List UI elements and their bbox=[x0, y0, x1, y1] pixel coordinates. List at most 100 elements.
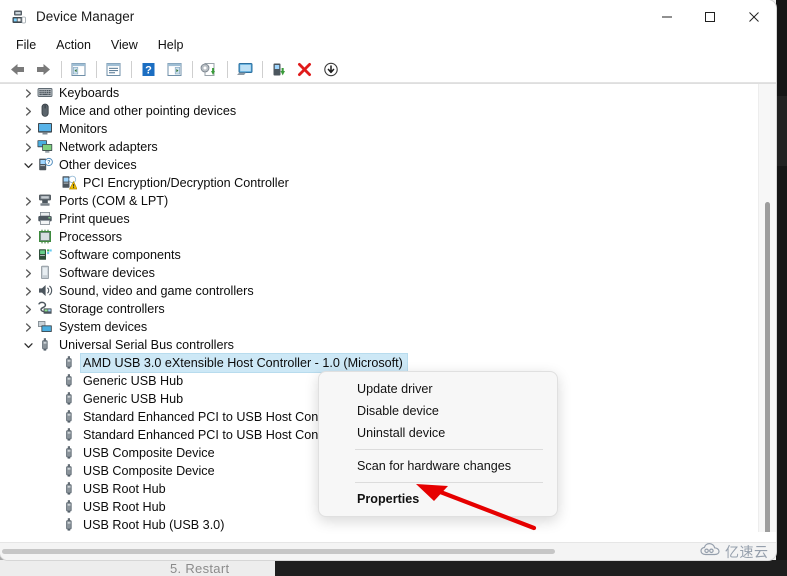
sound-icon bbox=[37, 283, 54, 299]
usb-icon bbox=[61, 499, 78, 515]
chevron-right-icon[interactable] bbox=[20, 246, 37, 264]
context-menu[interactable]: Update driver Disable device Uninstall dev… bbox=[318, 371, 558, 517]
desktop-dark-panel bbox=[776, 96, 787, 166]
forward-icon[interactable] bbox=[31, 58, 55, 80]
vertical-scrollbar[interactable] bbox=[758, 84, 776, 550]
chevron-right-icon[interactable] bbox=[20, 120, 37, 138]
context-menu-item[interactable]: Uninstall device bbox=[319, 422, 557, 444]
scan-hardware-changes-icon[interactable] bbox=[232, 58, 256, 80]
other-devices-icon: ? bbox=[37, 157, 54, 173]
usb-icon bbox=[61, 463, 78, 479]
context-menu-item[interactable]: Scan for hardware changes bbox=[319, 455, 557, 477]
usb-icon bbox=[61, 373, 78, 389]
context-menu-item[interactable]: Update driver bbox=[319, 378, 557, 400]
tree-row[interactable]: Software components bbox=[0, 246, 757, 264]
tree-row[interactable]: PCI Encryption/Decryption Controller bbox=[0, 174, 757, 192]
chevron-right-icon[interactable] bbox=[20, 84, 37, 102]
chevron-right-icon[interactable] bbox=[20, 192, 37, 210]
chevron-right-icon[interactable] bbox=[20, 300, 37, 318]
context-menu-item[interactable]: Disable device bbox=[319, 400, 557, 422]
chevron-right-icon[interactable] bbox=[20, 138, 37, 156]
chevron-right-icon[interactable] bbox=[20, 264, 37, 282]
window-title: Device Manager bbox=[36, 9, 135, 24]
vertical-scrollbar-thumb[interactable] bbox=[765, 202, 770, 542]
show-hide-console-tree-icon[interactable] bbox=[66, 58, 90, 80]
tree-row-label: Keyboards bbox=[59, 86, 120, 100]
horizontal-scrollbar[interactable] bbox=[0, 542, 776, 560]
chevron-right-icon[interactable] bbox=[20, 282, 37, 300]
background-ghost-text: 5. Restart bbox=[170, 561, 230, 576]
menu-action[interactable]: Action bbox=[46, 36, 101, 54]
network-adapter-icon bbox=[37, 139, 54, 155]
update-driver-icon[interactable] bbox=[197, 58, 221, 80]
context-menu-item[interactable]: Properties bbox=[319, 488, 557, 510]
minimize-button[interactable] bbox=[645, 0, 688, 33]
toolbar-separator-2 bbox=[96, 60, 97, 78]
tree-row[interactable]: Universal Serial Bus controllers bbox=[0, 336, 757, 354]
tree-row[interactable]: Mice and other pointing devices bbox=[0, 102, 757, 120]
tree-row-label: Monitors bbox=[59, 122, 108, 136]
tree-row-label: Sound, video and game controllers bbox=[59, 284, 254, 298]
tree-row-label: Mice and other pointing devices bbox=[59, 104, 237, 118]
uninstall-device-icon[interactable] bbox=[293, 58, 317, 80]
toolbar: ? bbox=[0, 56, 776, 83]
tree-row[interactable]: Keyboards bbox=[0, 84, 757, 102]
tree-row-label: Other devices bbox=[59, 158, 137, 172]
tree-row[interactable]: Network adapters bbox=[0, 138, 757, 156]
tree-row-label: USB Root Hub (USB 3.0) bbox=[83, 518, 225, 532]
menu-view[interactable]: View bbox=[101, 36, 148, 54]
context-menu-separator bbox=[355, 482, 543, 483]
tree-row[interactable]: AMD USB 3.0 eXtensible Host Controller -… bbox=[0, 354, 757, 372]
tree-row[interactable]: Sound, video and game controllers bbox=[0, 282, 757, 300]
window-titlebar[interactable]: Device Manager bbox=[0, 0, 776, 33]
monitor-icon bbox=[37, 121, 54, 137]
properties-icon[interactable] bbox=[101, 58, 125, 80]
usb-icon bbox=[61, 427, 78, 443]
close-button[interactable] bbox=[731, 0, 776, 33]
horizontal-scrollbar-thumb[interactable] bbox=[2, 549, 555, 554]
watermark: 亿速云 bbox=[700, 542, 769, 562]
usb-icon bbox=[61, 409, 78, 425]
tree-row-label: Print queues bbox=[59, 212, 130, 226]
chevron-right-icon[interactable] bbox=[20, 228, 37, 246]
storage-controller-icon bbox=[37, 301, 54, 317]
toolbar-separator-3 bbox=[131, 60, 132, 78]
toolbar-separator-6 bbox=[262, 60, 263, 78]
tree-row[interactable]: Print queues bbox=[0, 210, 757, 228]
usb-icon bbox=[61, 481, 78, 497]
tree-row[interactable]: Software devices bbox=[0, 264, 757, 282]
tree-row[interactable]: ? Other devices bbox=[0, 156, 757, 174]
chevron-right-icon[interactable] bbox=[20, 102, 37, 120]
maximize-button[interactable] bbox=[688, 0, 731, 33]
disable-device-icon[interactable] bbox=[319, 58, 343, 80]
chevron-down-icon[interactable] bbox=[20, 336, 37, 354]
tree-row-label: Storage controllers bbox=[59, 302, 165, 316]
tree-row[interactable]: Storage controllers bbox=[0, 300, 757, 318]
usb-icon bbox=[61, 391, 78, 407]
back-icon[interactable] bbox=[5, 58, 29, 80]
tree-row[interactable]: Monitors bbox=[0, 120, 757, 138]
chevron-right-icon[interactable] bbox=[20, 318, 37, 336]
tree-row-label: Generic USB Hub bbox=[83, 392, 184, 406]
menu-help[interactable]: Help bbox=[148, 36, 194, 54]
tree-row[interactable]: Processors bbox=[0, 228, 757, 246]
menu-file[interactable]: File bbox=[6, 36, 46, 54]
help-icon[interactable]: ? bbox=[136, 58, 160, 80]
show-hide-action-pane-icon[interactable] bbox=[162, 58, 186, 80]
screen: 5. Restart Device Manager File Action Vi… bbox=[0, 0, 787, 576]
toolbar-separator-4 bbox=[192, 60, 193, 78]
tree-row-label: PCI Encryption/Decryption Controller bbox=[83, 176, 289, 190]
context-menu-separator bbox=[355, 449, 543, 450]
tree-row[interactable]: Ports (COM & LPT) bbox=[0, 192, 757, 210]
tree-row[interactable]: System devices bbox=[0, 318, 757, 336]
tree-row-label: Software devices bbox=[59, 266, 155, 280]
enable-device-icon[interactable] bbox=[267, 58, 291, 80]
chevron-right-icon[interactable] bbox=[20, 210, 37, 228]
tree-row-label: Network adapters bbox=[59, 140, 158, 154]
printer-icon bbox=[37, 211, 54, 227]
chevron-down-icon[interactable] bbox=[20, 156, 37, 174]
